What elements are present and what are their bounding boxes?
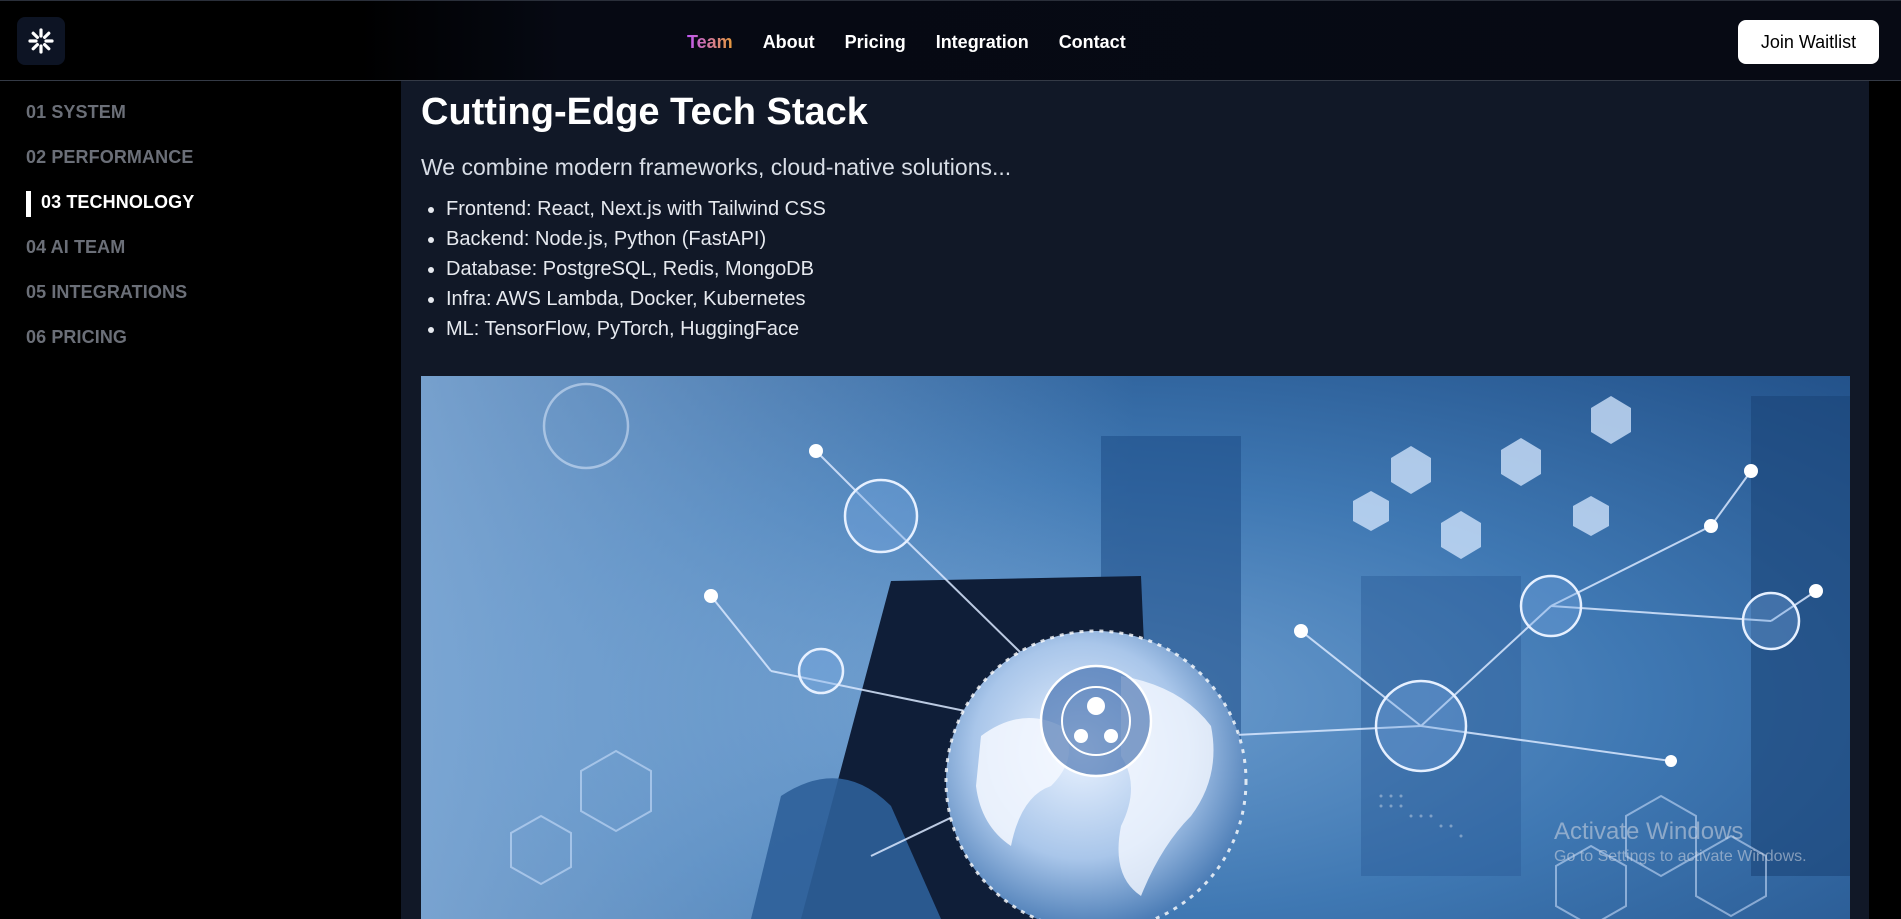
list-item: ML: TensorFlow, PyTorch, HuggingFace: [446, 314, 826, 344]
nav-link-contact[interactable]: Contact: [1059, 30, 1126, 54]
list-item: Backend: Node.js, Python (FastAPI): [446, 224, 826, 254]
watermark-title: Activate Windows: [1554, 818, 1744, 845]
sidebar-item-system[interactable]: 01 SYSTEM: [26, 102, 126, 123]
page-scrollbar[interactable]: [1869, 81, 1901, 919]
sidebar-item-technology[interactable]: 03 TECHNOLOGY: [26, 191, 194, 217]
watermark-subtitle: Go to Settings to activate Windows.: [1554, 848, 1807, 865]
tech-stack-list: Frontend: React, Next.js with Tailwind C…: [421, 194, 826, 344]
section-subtitle: We combine modern frameworks, cloud-nati…: [421, 154, 1012, 180]
nav-link-team[interactable]: Team: [687, 30, 733, 54]
sidebar-item-performance[interactable]: 02 PERFORMANCE: [26, 147, 193, 168]
nav-link-about[interactable]: About: [763, 30, 815, 54]
technology-section: Cutting-Edge Tech Stack We combine moder…: [401, 81, 1869, 919]
top-navbar: Team About Pricing Integration Contact J…: [0, 0, 1901, 81]
activation-watermark: Activate Windows Go to Settings to activ…: [1554, 818, 1807, 868]
sidebar-item-integrations[interactable]: 05 INTEGRATIONS: [26, 282, 187, 303]
list-item: Database: PostgreSQL, Redis, MongoDB: [446, 254, 826, 284]
starburst-logo-icon: [28, 28, 54, 54]
list-item: Frontend: React, Next.js with Tailwind C…: [446, 194, 826, 224]
logo[interactable]: [17, 17, 65, 65]
join-waitlist-button[interactable]: Join Waitlist: [1738, 20, 1879, 64]
nav-link-pricing[interactable]: Pricing: [845, 30, 906, 54]
nav-link-integration[interactable]: Integration: [936, 30, 1029, 54]
list-item: Infra: AWS Lambda, Docker, Kubernetes: [446, 284, 826, 314]
section-title: Cutting-Edge Tech Stack: [421, 91, 868, 133]
section-sidebar: 01 SYSTEM 02 PERFORMANCE 03 TECHNOLOGY 0…: [0, 81, 401, 919]
sidebar-item-pricing[interactable]: 06 PRICING: [26, 327, 127, 348]
sidebar-item-ai-team[interactable]: 04 AI TEAM: [26, 237, 125, 258]
main-nav: Team About Pricing Integration Contact: [687, 30, 1156, 54]
